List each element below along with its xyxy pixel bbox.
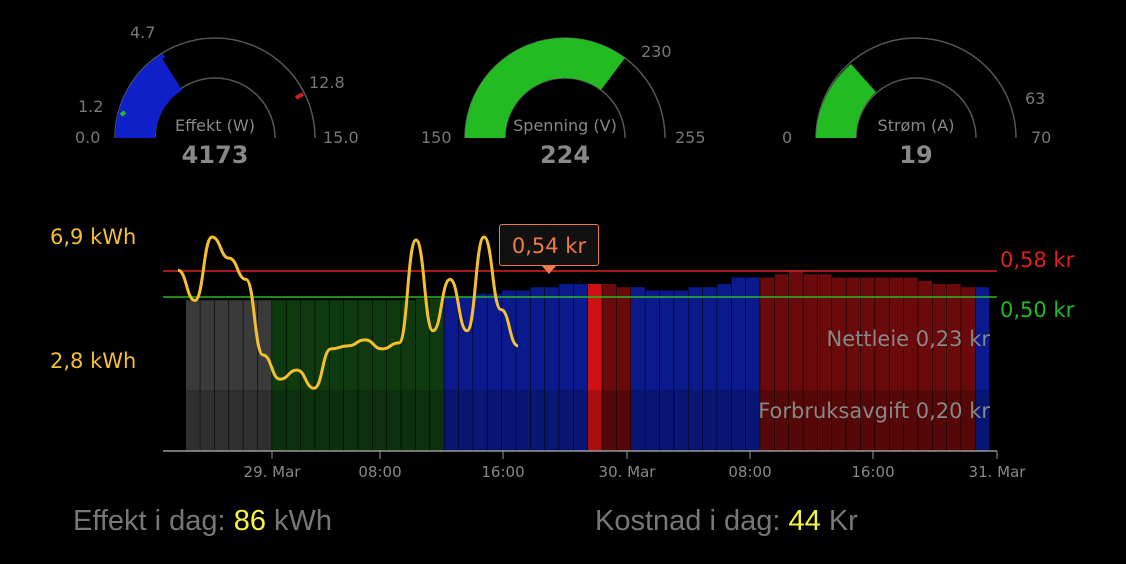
x-tick-label: 16:00	[851, 463, 895, 481]
price-bar-segment	[272, 390, 286, 451]
price-bar-segment	[616, 390, 631, 451]
price-bar-segment	[286, 390, 301, 451]
price-bar-segment	[674, 390, 688, 451]
y-label-high: 6,9 kWh	[50, 225, 137, 249]
price-bar-segment	[559, 390, 574, 451]
forbruksavgift-label: Forbruksavgift 0,20 kr	[758, 399, 990, 423]
daily-cost-value: 44	[788, 505, 821, 537]
price-bar-segment	[186, 390, 200, 451]
daily-cost-label: Kostnad i dag:	[595, 505, 781, 537]
price-bar-segment	[200, 390, 215, 451]
price-bar-segment	[329, 390, 344, 451]
price-bar-segment	[731, 390, 746, 451]
daily-energy-value: 86	[233, 505, 266, 537]
price-bar-segment	[516, 390, 530, 451]
price-bar-segment	[300, 390, 315, 451]
x-tick-label: 08:00	[358, 463, 402, 481]
price-bar-segment	[401, 390, 416, 451]
daily-cost-unit: Kr	[828, 505, 858, 537]
price-bar-segment	[688, 390, 703, 451]
price-bar-segment	[501, 390, 516, 451]
price-bar-segment	[631, 390, 645, 451]
price-bar-segment	[544, 390, 559, 451]
daily-energy-unit: kWh	[274, 505, 333, 537]
x-tick-label: 16:00	[481, 463, 525, 481]
x-tick-label: 30. Mar	[598, 463, 656, 481]
price-label-high: 0,58 kr	[1000, 248, 1075, 272]
price-bar-segment	[430, 390, 444, 451]
price-bar-segment	[487, 390, 502, 451]
nettleie-label: Nettleie 0,23 kr	[826, 327, 990, 351]
price-bar-segment	[257, 390, 272, 451]
daily-energy-label: Effekt i dag:	[73, 505, 226, 537]
price-bar-segment	[573, 390, 588, 451]
price-bar-segment	[717, 390, 731, 451]
price-bar-segment	[659, 390, 674, 451]
price-bar-segment	[358, 390, 373, 451]
price-label-low: 0,50 kr	[1000, 298, 1075, 322]
price-bar-segment	[243, 390, 258, 451]
price-bar-segment	[645, 390, 660, 451]
price-bar-segment	[214, 390, 229, 451]
price-tooltip: 0,54 kr	[499, 224, 599, 274]
daily-cost: Kostnad i dag: 44 Kr	[595, 505, 858, 538]
x-tick-label: 29. Mar	[243, 463, 301, 481]
price-bar-segment	[473, 390, 487, 451]
x-tick-label: 08:00	[728, 463, 772, 481]
y-label-low: 2,8 kWh	[50, 349, 137, 373]
price-bar-segment	[444, 390, 459, 451]
price-bar-segment	[315, 390, 329, 451]
price-bar-segment	[387, 390, 401, 451]
price-bar-segment	[229, 390, 243, 451]
price-bar-segment	[372, 390, 387, 451]
price-bar-segment	[602, 390, 617, 451]
price-bar-segment	[588, 390, 602, 451]
price-bar-segment	[343, 390, 358, 451]
price-bar-segment	[415, 390, 430, 451]
price-bar-segment	[702, 390, 717, 451]
price-bar-segment	[530, 390, 545, 451]
price-bar-segment	[458, 390, 473, 451]
daily-energy: Effekt i dag: 86 kWh	[73, 505, 332, 538]
x-tick-label: 31. Mar	[968, 463, 1026, 481]
